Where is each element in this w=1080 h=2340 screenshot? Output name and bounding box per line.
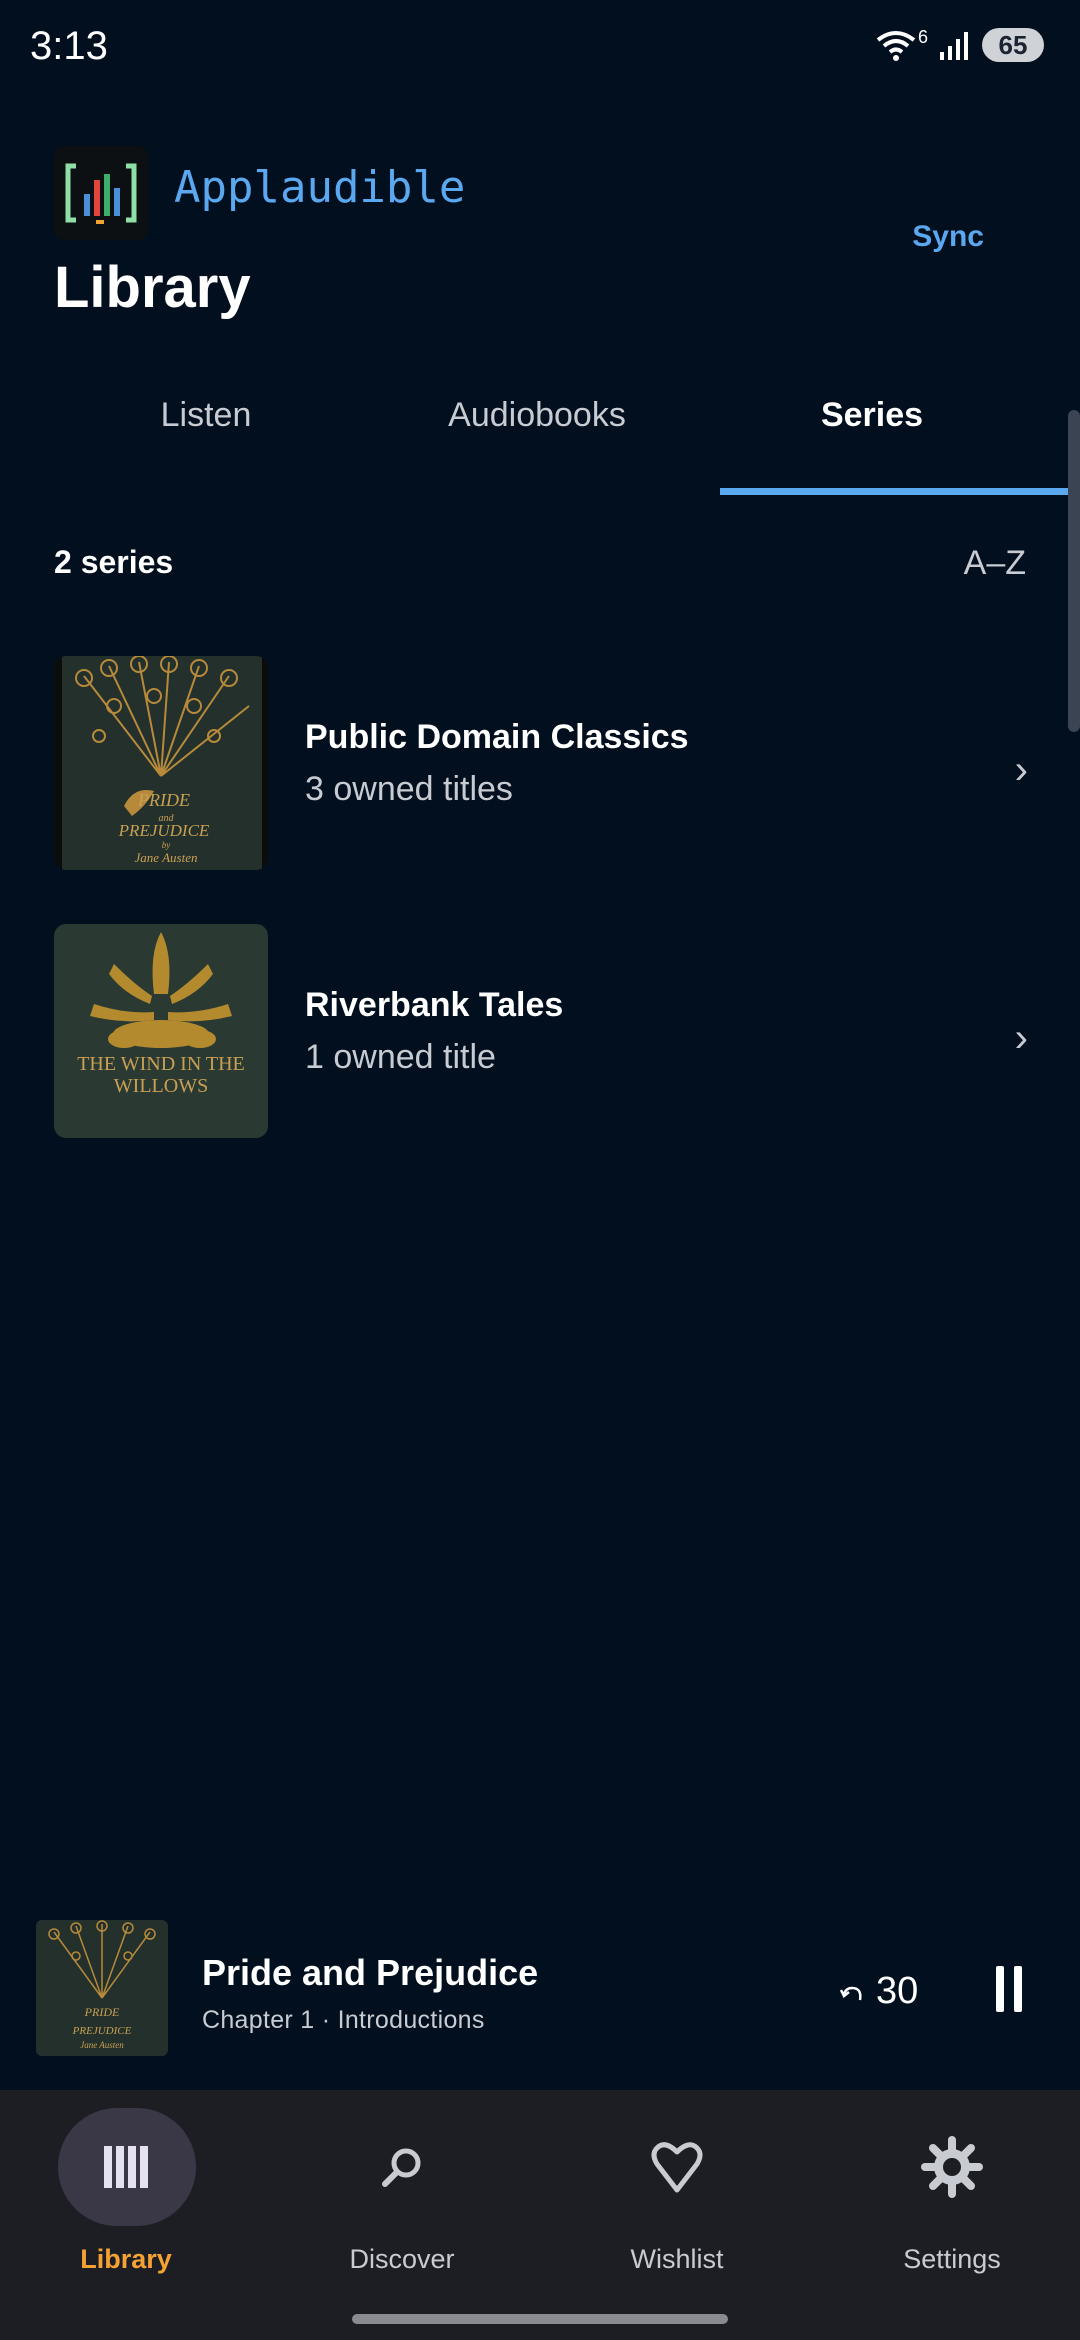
wifi-badge: 6 <box>917 26 928 47</box>
app-logo <box>54 146 148 240</box>
tab-indicator <box>720 488 1080 495</box>
wind-in-the-willows-cover: THE WIND IN THE WILLOWS <box>54 924 268 1138</box>
series-row-riverbank-tales[interactable]: THE WIND IN THE WILLOWS Riverbank Tales … <box>0 924 1080 1154</box>
svg-text:Jane Austen: Jane Austen <box>80 2040 124 2050</box>
sort-button[interactable]: A–Z <box>964 544 1026 583</box>
wifi-icon <box>876 31 916 61</box>
svg-text:PREJUDICE: PREJUDICE <box>118 821 210 840</box>
page-title: Library <box>54 255 251 320</box>
sync-button[interactable]: Sync <box>912 220 984 254</box>
status-time: 3:13 <box>30 24 108 68</box>
pride-and-prejudice-cover: PRIDE and PREJUDICE by Jane Austen <box>54 656 268 870</box>
pause-button[interactable] <box>996 1966 1024 2012</box>
tab-audiobooks[interactable]: Audiobooks <box>387 396 687 435</box>
series-owned-count: 1 owned title <box>305 1038 496 1076</box>
svg-text:THE WIND IN THE: THE WIND IN THE <box>77 1053 245 1075</box>
svg-text:PRIDE: PRIDE <box>84 2005 120 2019</box>
svg-text:by: by <box>162 840 171 850</box>
nav-wishlist[interactable]: Wishlist <box>587 2108 787 2308</box>
nav-label: Library <box>80 2244 172 2274</box>
svg-text:Jane Austen: Jane Austen <box>135 850 198 865</box>
bottom-nav: Library Discover Wishlist Settings <box>0 2090 1080 2340</box>
nav-settings[interactable]: Settings <box>862 2108 1062 2308</box>
skip-seconds: 30 <box>876 1970 919 2012</box>
search-icon <box>312 2130 492 2204</box>
status-icons: 6 65 <box>874 26 1044 62</box>
svg-text:PRIDE: PRIDE <box>137 790 190 810</box>
chevron-right-icon: › <box>1014 748 1028 792</box>
now-playing-chapter: Chapter 1 · Introductions <box>202 2006 485 2034</box>
battery-indicator: 65 <box>982 28 1044 62</box>
chevron-right-icon: › <box>1014 1016 1028 1060</box>
series-title: Public Domain Classics <box>305 718 689 756</box>
skip-back-button[interactable]: 30 <box>840 1970 918 2013</box>
nav-label: Settings <box>903 2244 1001 2274</box>
home-indicator[interactable] <box>352 2314 728 2324</box>
mini-player[interactable]: PRIDE PREJUDICE Jane Austen Pride and Pr… <box>0 1908 1080 2090</box>
series-title: Riverbank Tales <box>305 986 564 1024</box>
tab-series[interactable]: Series <box>722 396 1022 435</box>
heart-icon <box>587 2130 767 2204</box>
now-playing-title: Pride and Prejudice <box>202 1952 539 1993</box>
svg-text:PREJUDICE: PREJUDICE <box>72 2025 132 2037</box>
signal-icon <box>940 32 968 60</box>
nav-label: Discover <box>349 2244 455 2274</box>
gear-icon <box>862 2130 1042 2204</box>
svg-text:WILLOWS: WILLOWS <box>114 1075 208 1097</box>
series-count: 2 series <box>54 544 174 580</box>
nav-discover[interactable]: Discover <box>312 2108 512 2308</box>
app-name: Applaudible <box>174 162 466 213</box>
tab-listen[interactable]: Listen <box>56 396 356 435</box>
nav-library[interactable]: Library <box>36 2108 236 2308</box>
now-playing-cover: PRIDE PREJUDICE Jane Austen <box>36 1920 168 2056</box>
series-owned-count: 3 owned titles <box>305 770 513 808</box>
nav-label: Wishlist <box>630 2244 724 2274</box>
library-icon <box>36 2130 216 2204</box>
series-row-public-domain-classics[interactable]: PRIDE and PREJUDICE by Jane Austen Publi… <box>0 656 1080 886</box>
rewind-arrow-icon <box>840 1986 862 2000</box>
